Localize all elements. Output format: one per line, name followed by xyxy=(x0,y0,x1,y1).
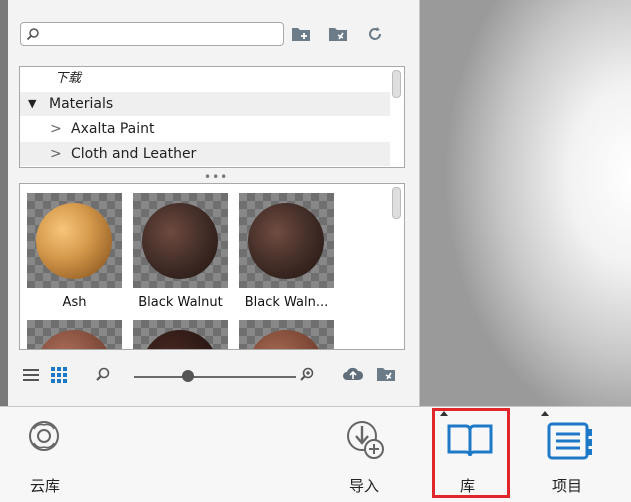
material-thumbnail-ash[interactable] xyxy=(27,193,122,288)
grid-scrollbar[interactable] xyxy=(392,187,401,219)
tree-item-downloads[interactable]: 下载 xyxy=(20,67,390,91)
folder-settings-icon[interactable] xyxy=(376,364,398,384)
material-grid: Ash Black Walnut Black Waln... xyxy=(19,183,405,350)
chevron-right-icon[interactable]: > xyxy=(50,117,62,141)
material-label: Black Walnut xyxy=(138,295,223,310)
zoom-in-icon[interactable] xyxy=(298,366,316,384)
splitter-handle[interactable]: ••• xyxy=(204,170,228,184)
material-label: Ash xyxy=(62,295,87,310)
tree-item-label: Materials xyxy=(49,96,114,112)
material-label: Black Waln... xyxy=(244,295,329,310)
project-label: 项目 xyxy=(552,477,583,495)
material-thumbnail-black-walnut-2[interactable] xyxy=(239,193,334,288)
search-icon xyxy=(26,28,39,41)
material-thumbnail-row2-3[interactable] xyxy=(239,320,334,349)
tree-item-materials[interactable]: ▼ Materials xyxy=(20,92,390,116)
project-icon xyxy=(547,422,592,460)
window-edge xyxy=(0,0,8,406)
chevron-right-icon[interactable]: > xyxy=(50,142,62,166)
cloud-library-tab[interactable]: 云库 xyxy=(14,407,84,502)
cloud-library-label: 云库 xyxy=(30,477,61,495)
tree-item-axalta-paint[interactable]: > Axalta Paint xyxy=(20,117,390,141)
project-tab[interactable]: 项目 xyxy=(536,407,606,502)
thumbnail-size-slider-track[interactable] xyxy=(134,376,296,378)
upload-cloud-icon[interactable] xyxy=(342,364,364,384)
tree-scrollbar[interactable] xyxy=(392,70,401,98)
material-thumbnail-black-walnut[interactable] xyxy=(133,193,228,288)
import-label: 导入 xyxy=(349,477,380,495)
material-tree: 下载 ▼ Materials > Axalta Paint > Cloth an… xyxy=(19,66,405,168)
material-thumbnail-row2-1[interactable] xyxy=(27,320,122,349)
add-folder-icon[interactable] xyxy=(291,24,313,44)
grid-view-icon[interactable] xyxy=(50,366,68,384)
list-view-icon[interactable] xyxy=(22,366,40,384)
import-icon xyxy=(347,421,384,459)
cloud-icon xyxy=(29,421,59,451)
tree-item-label: Cloth and Leather xyxy=(71,146,197,162)
library-tab-highlight xyxy=(432,408,510,498)
chevron-down-icon[interactable]: ▼ xyxy=(28,92,36,116)
folder-settings-icon[interactable] xyxy=(328,24,350,44)
render-viewport[interactable] xyxy=(420,0,631,406)
material-thumbnail-row2-2[interactable] xyxy=(133,320,228,349)
search-input[interactable] xyxy=(43,25,283,45)
refresh-icon[interactable] xyxy=(364,24,386,44)
search-box[interactable] xyxy=(20,22,284,46)
thumbnail-size-slider-handle[interactable] xyxy=(182,370,194,382)
zoom-out-icon[interactable] xyxy=(94,366,112,384)
import-tab[interactable]: 导入 xyxy=(338,407,394,502)
library-panel: 下载 ▼ Materials > Axalta Paint > Cloth an… xyxy=(8,0,420,406)
bottom-taskbar: 云库 导入 库 项目 xyxy=(0,406,631,502)
tree-item-label: Axalta Paint xyxy=(71,121,155,137)
tree-item-label: 下载 xyxy=(55,71,82,86)
tree-item-cloth-and-leather[interactable]: > Cloth and Leather xyxy=(20,142,390,166)
